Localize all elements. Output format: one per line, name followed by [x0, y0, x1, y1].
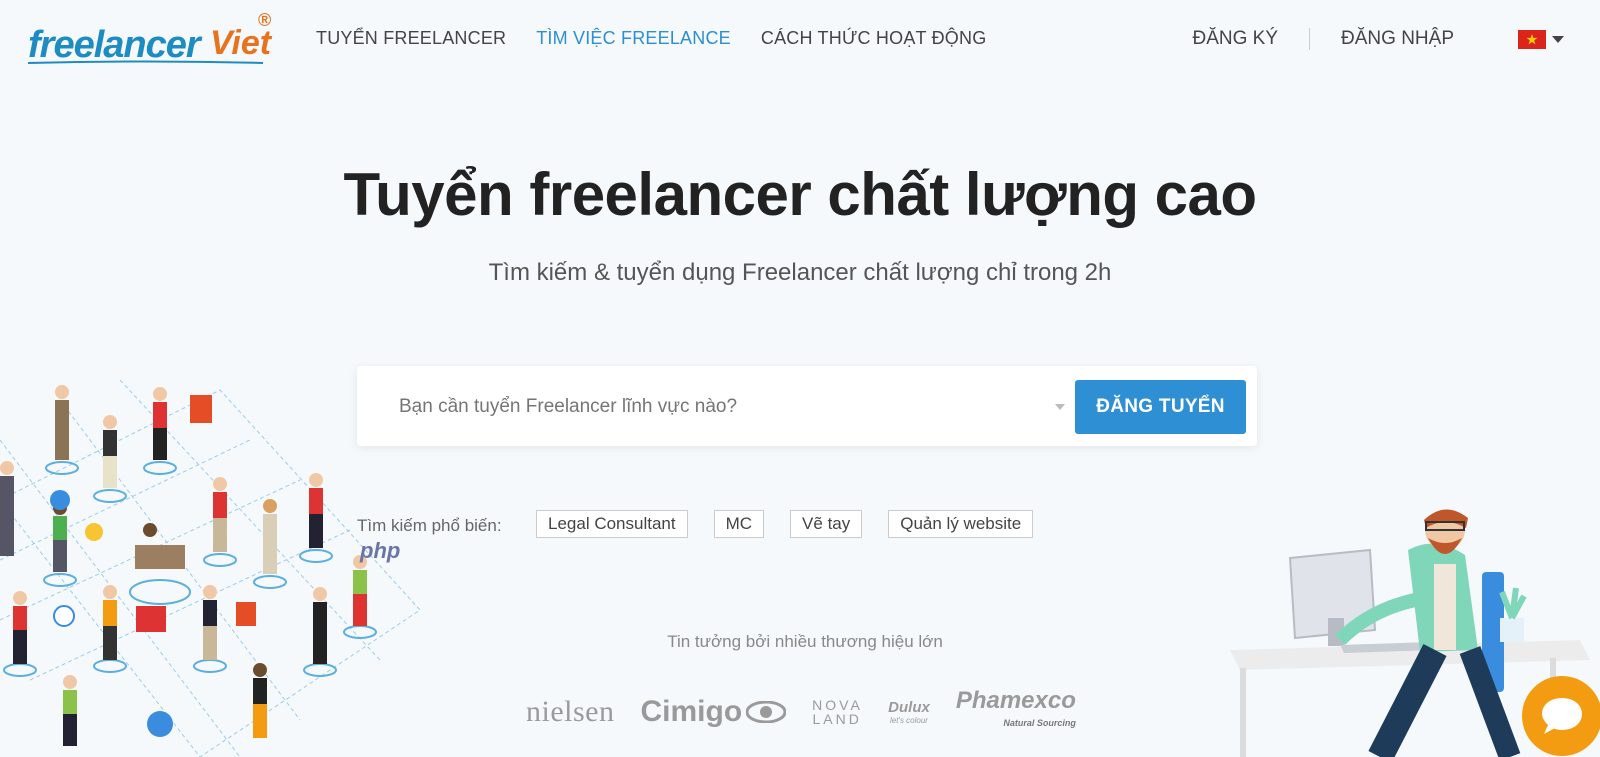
nav-find-freelance-job[interactable]: TÌM VIỆC FREELANCE — [536, 28, 731, 49]
brand-phamexco: Phamexco Natural Sourcing — [955, 687, 1076, 734]
registered-mark: ® — [258, 10, 272, 30]
tag-mc[interactable]: MC — [713, 510, 765, 538]
tag-legal-consultant[interactable]: Legal Consultant — [536, 510, 688, 538]
tag-website-management[interactable]: Quản lý website — [888, 510, 1034, 538]
hero-subtitle: Tìm kiếm & tuyển dụng Freelancer chất lư… — [488, 259, 1112, 286]
field-search-input[interactable] — [397, 388, 1021, 426]
login-link[interactable]: ĐĂNG NHẬP — [1341, 28, 1454, 50]
field-dropdown-icon[interactable] — [1055, 404, 1065, 410]
register-link[interactable]: ĐĂNG KÝ — [1193, 28, 1279, 50]
logo-underline-icon — [28, 60, 263, 64]
main-nav: TUYỂN FREELANCER TÌM VIỆC FREELANCE CÁCH… — [316, 28, 986, 49]
nav-how-it-works[interactable]: CÁCH THỨC HOẠT ĐỘNG — [761, 28, 987, 49]
brand-nielsen: nielsen — [526, 695, 615, 728]
hero-title: Tuyển freelancer chất lượng cao — [343, 161, 1257, 228]
search-box: ĐĂNG TUYỂN — [357, 366, 1257, 446]
site-logo[interactable]: freelancer Viet ® — [28, 10, 278, 72]
tag-ve-tay[interactable]: Vẽ tay — [790, 510, 863, 538]
brand-phamexco-text: Phamexco — [955, 687, 1076, 714]
nav-hire-freelancer[interactable]: TUYỂN FREELANCER — [316, 28, 506, 49]
cimigo-eye-icon — [746, 701, 787, 723]
brand-phamexco-tagline: Natural Sourcing — [1003, 718, 1076, 728]
brand-dulux-tagline: let's colour — [889, 716, 928, 725]
brand-cimigo: Cimigo — [640, 695, 787, 729]
auth-links: ĐĂNG KÝ ĐĂNG NHẬP — [1193, 28, 1454, 50]
popular-tags: Legal Consultant MC Vẽ tay Quản lý websi… — [536, 510, 1034, 538]
header: freelancer Viet ® TUYỂN FREELANCER TÌM V… — [0, 0, 1600, 80]
post-job-button[interactable]: ĐĂNG TUYỂN — [1075, 380, 1246, 434]
brand-cimigo-text: Cimigo — [640, 695, 743, 728]
auth-divider — [1309, 28, 1311, 50]
vietnam-flag-icon[interactable] — [1518, 30, 1546, 49]
network-people-illustration — [0, 380, 420, 757]
brand-logos: nielsen Cimigo NOVA LAND Dulux let's col… — [526, 687, 1076, 734]
brand-novaland: NOVA LAND — [812, 697, 863, 727]
brand-dulux-text: Dulux — [888, 699, 930, 716]
language-dropdown-icon[interactable] — [1552, 36, 1564, 43]
php-logo: php — [360, 538, 401, 563]
brand-dulux: Dulux let's colour — [888, 699, 930, 725]
chat-bubble-icon[interactable] — [1522, 676, 1600, 756]
